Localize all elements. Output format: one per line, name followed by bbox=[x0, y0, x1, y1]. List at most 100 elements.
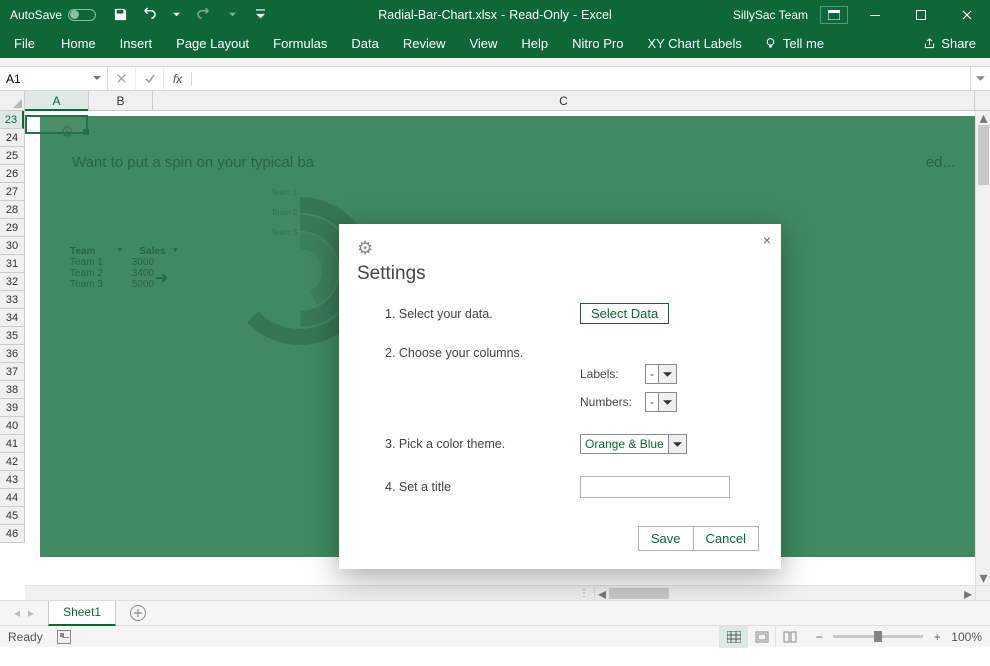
row-header[interactable]: 40 bbox=[0, 417, 24, 435]
scroll-left-icon[interactable]: ◂ bbox=[595, 586, 609, 600]
row-header[interactable]: 27 bbox=[0, 183, 24, 201]
zoom-out-button[interactable]: − bbox=[813, 630, 825, 644]
sheet-nav-prev-icon[interactable]: ◂ bbox=[14, 606, 20, 620]
column-header-a[interactable]: A bbox=[25, 91, 89, 110]
row-header[interactable]: 32 bbox=[0, 273, 24, 291]
new-sheet-button[interactable] bbox=[126, 601, 150, 625]
page-break-view-icon[interactable] bbox=[775, 626, 803, 648]
tab-file[interactable]: File bbox=[0, 29, 49, 58]
row-header[interactable]: 31 bbox=[0, 255, 24, 273]
macro-record-icon[interactable] bbox=[57, 630, 71, 644]
active-cell-outline[interactable] bbox=[25, 115, 88, 134]
ribbon-display-options-icon[interactable] bbox=[820, 6, 848, 24]
horizontal-scrollbar[interactable]: ◂ ▸ bbox=[595, 586, 975, 600]
name-box-dropdown-icon[interactable] bbox=[90, 71, 104, 85]
tab-insert[interactable]: Insert bbox=[108, 29, 165, 58]
save-button[interactable]: Save bbox=[638, 526, 694, 551]
sheet-tab-sheet1[interactable]: Sheet1 bbox=[48, 601, 116, 626]
qat-customize-icon[interactable] bbox=[252, 7, 268, 23]
tab-formulas[interactable]: Formulas bbox=[261, 29, 339, 58]
row-header[interactable]: 46 bbox=[0, 525, 24, 543]
theme-dropdown[interactable]: Orange & Blue bbox=[580, 434, 687, 454]
filename: Radial-Bar-Chart.xlsx bbox=[378, 8, 497, 22]
title-input[interactable] bbox=[580, 476, 730, 498]
tab-page-layout[interactable]: Page Layout bbox=[164, 29, 261, 58]
redo-icon[interactable] bbox=[196, 7, 212, 23]
row-header[interactable]: 25 bbox=[0, 147, 24, 165]
row-header[interactable]: 43 bbox=[0, 471, 24, 489]
undo-icon[interactable] bbox=[140, 7, 156, 23]
close-button[interactable] bbox=[944, 0, 990, 29]
cancel-formula-icon[interactable] bbox=[108, 67, 136, 90]
redo-dropdown-icon[interactable] bbox=[224, 7, 240, 23]
tab-view[interactable]: View bbox=[457, 29, 509, 58]
tab-scroll-splitter[interactable]: ⋮ bbox=[25, 586, 595, 600]
tell-me-search[interactable]: Tell me bbox=[754, 29, 834, 58]
scroll-right-icon[interactable]: ▸ bbox=[961, 586, 975, 600]
zoom-in-button[interactable]: + bbox=[931, 630, 943, 644]
normal-view-icon[interactable] bbox=[719, 626, 747, 648]
zoom-slider[interactable] bbox=[833, 635, 923, 638]
tab-nitro-pro[interactable]: Nitro Pro bbox=[560, 29, 635, 58]
tab-xy-chart-labels[interactable]: XY Chart Labels bbox=[635, 29, 753, 58]
splitter-dots-icon: ⋮ bbox=[579, 588, 590, 599]
radial-label: Team 3 bbox=[271, 228, 297, 237]
readonly-badge: Read-Only bbox=[509, 8, 569, 22]
panel-gear-icon[interactable]: ⚙ bbox=[40, 116, 975, 142]
row-header[interactable]: 23 bbox=[0, 111, 24, 129]
row-header[interactable]: 42 bbox=[0, 453, 24, 471]
column-header-c[interactable]: C bbox=[153, 91, 975, 110]
row-header[interactable]: 28 bbox=[0, 201, 24, 219]
zoom-level[interactable]: 100% bbox=[951, 630, 982, 644]
row-header[interactable]: 36 bbox=[0, 345, 24, 363]
column-header-b[interactable]: B bbox=[89, 91, 153, 110]
scroll-up-icon[interactable]: ▴ bbox=[976, 111, 990, 125]
row-header[interactable]: 39 bbox=[0, 399, 24, 417]
collapsed-ribbon-strip[interactable] bbox=[0, 58, 990, 67]
scroll-down-icon[interactable]: ▾ bbox=[976, 571, 990, 585]
status-ready: Ready bbox=[8, 630, 43, 644]
numbers-dropdown[interactable]: - bbox=[645, 392, 677, 412]
row-header[interactable]: 37 bbox=[0, 363, 24, 381]
select-data-button[interactable]: Select Data bbox=[580, 303, 669, 324]
minimize-button[interactable] bbox=[852, 0, 898, 29]
row-header[interactable]: 45 bbox=[0, 507, 24, 525]
row-header[interactable]: 24 bbox=[0, 129, 24, 147]
scroll-thumb[interactable] bbox=[609, 588, 669, 599]
tab-review[interactable]: Review bbox=[391, 29, 458, 58]
labels-dropdown[interactable]: - bbox=[645, 364, 677, 384]
row-header[interactable]: 29 bbox=[0, 219, 24, 237]
cancel-button[interactable]: Cancel bbox=[694, 526, 759, 551]
row-header[interactable]: 34 bbox=[0, 309, 24, 327]
step4-label: 4. Set a title bbox=[385, 480, 580, 494]
select-all-triangle[interactable] bbox=[0, 91, 25, 111]
plus-circle-icon bbox=[129, 604, 147, 622]
formula-expand-icon[interactable] bbox=[970, 67, 990, 90]
row-header[interactable]: 33 bbox=[0, 291, 24, 309]
tab-data[interactable]: Data bbox=[339, 29, 390, 58]
save-icon[interactable] bbox=[112, 7, 128, 23]
formula-input[interactable] bbox=[192, 67, 970, 90]
fx-icon[interactable]: fx bbox=[164, 72, 192, 86]
row-header[interactable]: 44 bbox=[0, 489, 24, 507]
labels-label: Labels: bbox=[580, 367, 645, 381]
row-header[interactable]: 30 bbox=[0, 237, 24, 255]
enter-formula-icon[interactable] bbox=[136, 67, 164, 90]
scroll-thumb[interactable] bbox=[978, 125, 989, 185]
tab-help[interactable]: Help bbox=[509, 29, 560, 58]
sheet-nav-next-icon[interactable]: ▸ bbox=[28, 606, 34, 620]
row-header[interactable]: 41 bbox=[0, 435, 24, 453]
row-header[interactable]: 38 bbox=[0, 381, 24, 399]
mini-cell: 3000 bbox=[118, 257, 154, 268]
row-header[interactable]: 35 bbox=[0, 327, 24, 345]
zoom-thumb[interactable] bbox=[874, 631, 882, 642]
undo-dropdown-icon[interactable] bbox=[168, 7, 184, 23]
dialog-close-icon[interactable]: × bbox=[763, 232, 771, 248]
maximize-button[interactable] bbox=[898, 0, 944, 29]
autosave-toggle[interactable] bbox=[68, 9, 96, 21]
row-header[interactable]: 26 bbox=[0, 165, 24, 183]
share-button[interactable]: Share bbox=[909, 29, 990, 58]
page-layout-view-icon[interactable] bbox=[747, 626, 775, 648]
tab-home[interactable]: Home bbox=[49, 29, 108, 58]
vertical-scrollbar[interactable]: ▴ ▾ bbox=[975, 111, 990, 585]
